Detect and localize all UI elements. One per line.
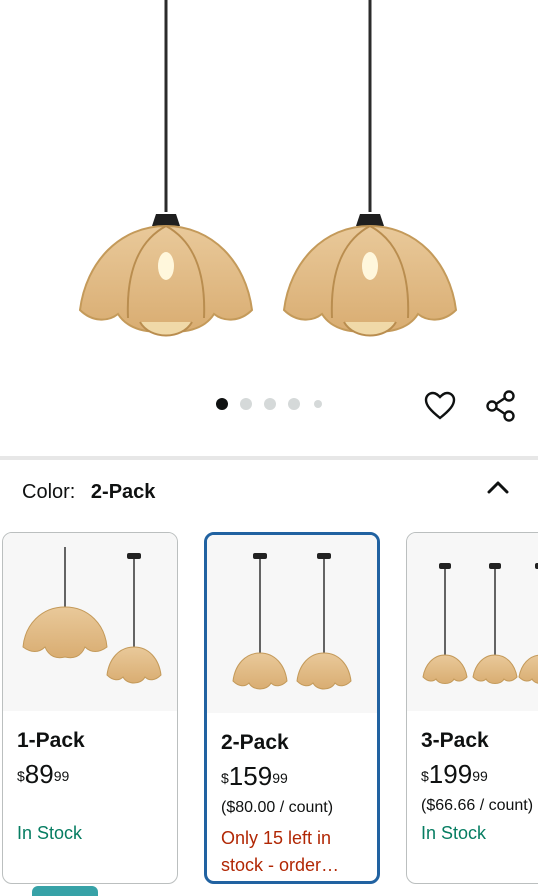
stock-status: In Stock xyxy=(17,823,83,843)
stock-status: In Stock xyxy=(421,823,487,843)
heart-icon xyxy=(424,391,456,420)
variant-price: $19999 xyxy=(421,759,488,789)
variant-card-3-pack[interactable]: 3-Pack $19999 ($66.66 / count) In Stock xyxy=(406,532,538,884)
pendant-lamp-right xyxy=(282,0,458,337)
image-carousel-dots[interactable] xyxy=(216,397,334,411)
variant-image-2-pack xyxy=(232,553,352,690)
variant-title: 2-Pack xyxy=(221,731,289,754)
color-label: Color: xyxy=(22,481,76,503)
chevron-up-icon xyxy=(487,481,509,494)
variant-options: 1-Pack $8999 In Stock 2-Pack $15999 ($80… xyxy=(0,530,538,890)
collapse-toggle[interactable] xyxy=(484,474,512,502)
share-button[interactable] xyxy=(483,388,519,424)
variant-title: 3-Pack xyxy=(421,729,489,752)
variant-title: 1-Pack xyxy=(17,729,85,752)
carousel-dot-3[interactable] xyxy=(264,398,276,410)
favorite-button[interactable] xyxy=(422,388,458,424)
variant-image-3-pack xyxy=(422,563,538,684)
section-divider xyxy=(0,456,538,460)
product-image[interactable] xyxy=(0,0,538,456)
pendant-lamp-left xyxy=(78,0,254,337)
variant-card-2-pack[interactable]: 2-Pack $15999 ($80.00 / count) Only 15 l… xyxy=(204,532,380,884)
stock-status: Only 15 left in stock - order… xyxy=(221,828,340,875)
carousel-dot-1[interactable] xyxy=(216,398,228,410)
variant-card-1-pack[interactable]: 1-Pack $8999 In Stock xyxy=(2,532,178,884)
carousel-dot-4[interactable] xyxy=(288,398,300,410)
carousel-dot-2[interactable] xyxy=(240,398,252,410)
price-per-unit: ($66.66 / count) xyxy=(421,797,534,814)
variant-thumbnail xyxy=(207,535,377,713)
color-selector-label: Color: 2-Pack xyxy=(22,478,155,506)
variant-price: $15999 xyxy=(221,761,288,791)
variant-thumbnail xyxy=(407,533,538,711)
carousel-dot-5[interactable] xyxy=(314,400,322,408)
bottom-tab-indicator xyxy=(32,886,98,896)
variant-price: $8999 xyxy=(17,759,70,789)
color-value: 2-Pack xyxy=(90,481,156,503)
variant-thumbnail xyxy=(3,533,177,711)
share-icon xyxy=(486,390,515,422)
variant-image-1-pack xyxy=(22,547,162,684)
price-per-unit: ($80.00 / count) xyxy=(221,799,334,816)
